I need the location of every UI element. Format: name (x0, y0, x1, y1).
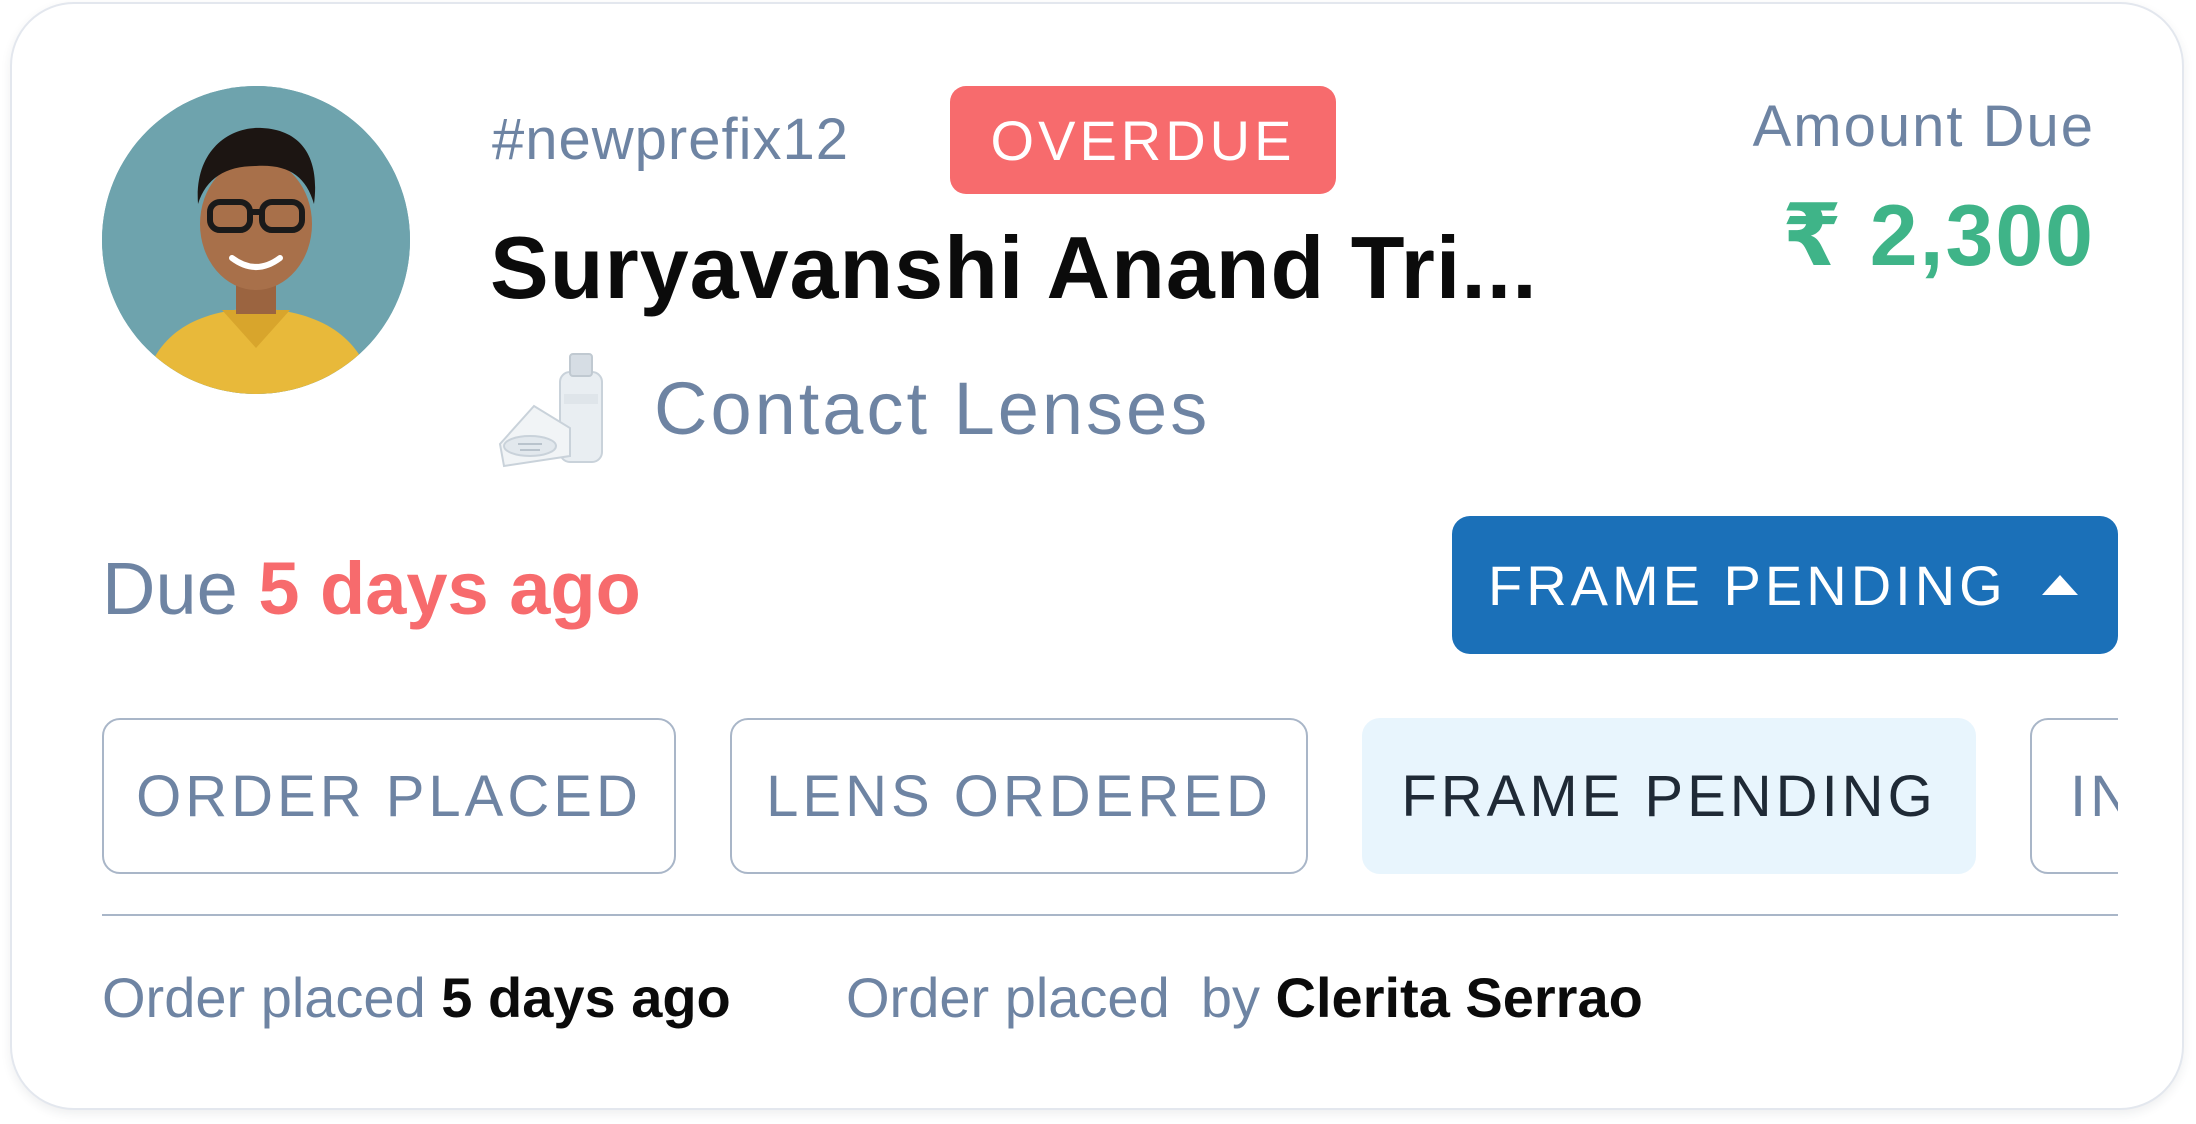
order-id: #newprefix12 (492, 107, 849, 172)
step-frame-pending[interactable]: FRAME PENDING (1362, 718, 1976, 874)
step-lens-ordered[interactable]: LENS ORDERED (730, 718, 1308, 874)
due-prefix: Due (102, 547, 238, 630)
order-card[interactable]: #newprefix12 OVERDUE Suryavanshi Anand T… (10, 2, 2184, 1110)
customer-name: Suryavanshi Anand Tri... (490, 218, 1538, 317)
order-placed-by-label: Order placed by (846, 966, 1260, 1029)
order-placed-by-info: Order placed by Clerita Serrao (846, 962, 1643, 1034)
contact-lens-case-icon (490, 344, 620, 474)
caret-up-icon (2042, 575, 2078, 595)
product-category: Contact Lenses (654, 367, 1211, 450)
step-order-placed[interactable]: ORDER PLACED (102, 718, 676, 874)
status-steps[interactable]: ORDER PLACED LENS ORDERED FRAME PENDING … (102, 718, 2118, 874)
amount-due-value: ₹ 2,300 (1782, 188, 2095, 284)
order-placed-when: 5 days ago (441, 966, 731, 1029)
divider (102, 914, 2118, 916)
order-placed-label: Order placed (102, 966, 426, 1029)
avatar (102, 86, 410, 394)
status-dropdown[interactable]: FRAME PENDING (1452, 516, 2118, 654)
step-in[interactable]: IN (2030, 718, 2118, 874)
due-when: 5 days ago (258, 547, 641, 630)
due-status: Due 5 days ago (102, 544, 641, 634)
order-placed-info: Order placed 5 days ago (102, 962, 731, 1034)
customer-photo (102, 86, 410, 394)
amount-due-label: Amount Due (1752, 94, 2095, 159)
status-dropdown-label: FRAME PENDING (1488, 553, 2007, 617)
order-placed-by-name: Clerita Serrao (1275, 966, 1643, 1029)
overdue-badge: OVERDUE (950, 86, 1336, 194)
